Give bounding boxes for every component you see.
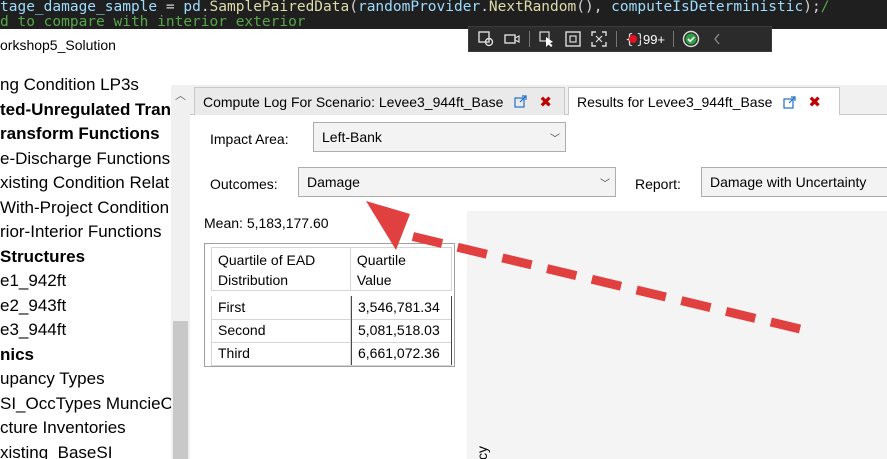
tree-item[interactable]: ted-Unregulated Tran (0, 98, 171, 122)
tree-item[interactable]: e1_942ft (0, 269, 66, 293)
code-token: randomProvider (357, 0, 481, 15)
close-tab-icon[interactable]: ✖ (539, 93, 552, 111)
chevron-down-icon: ﹀ (550, 133, 560, 145)
code-comment-line: d to compare with interior exterior (0, 14, 306, 30)
pointer-select-icon[interactable] (534, 28, 560, 50)
mean-value: 5,183,177.60 (246, 215, 329, 231)
report-value: Damage with Uncertainty (710, 174, 867, 190)
tree-item[interactable]: e3_944ft (0, 318, 66, 342)
hot-reload-check-icon[interactable] (678, 28, 704, 50)
code-token: pd (183, 0, 201, 15)
tab-label: Compute Log For Scenario: Levee3_944ft_B… (203, 93, 504, 110)
tab-results[interactable]: Results for Levee3_944ft_Base ✖ (568, 87, 840, 116)
tree-item[interactable]: Structures (0, 245, 85, 269)
track-focus-icon[interactable] (586, 28, 612, 50)
tree-item[interactable]: cture Inventories (0, 416, 126, 440)
code-token: (), (576, 0, 612, 15)
code-line: tage_damage_sample = pd.SamplePairedData… (0, 0, 829, 15)
code-editor-strip: tage_damage_sample = pd.SamplePairedData… (0, 0, 887, 29)
binding-failures-indicator[interactable]: {} 99+ (621, 28, 669, 50)
debug-toolbar: {} 99+ (468, 26, 772, 52)
code-token: = (157, 0, 184, 15)
close-tab-icon[interactable]: ✖ (808, 93, 821, 111)
mean-label: Mean: (204, 215, 243, 231)
pop-out-icon[interactable] (513, 95, 527, 109)
plot-axis-label-fragment: cy (474, 446, 490, 459)
tree-item[interactable]: xisting Condition Relat (0, 171, 169, 195)
code-token: . (200, 0, 210, 15)
tree-scrollbar[interactable]: ︿ (171, 85, 190, 459)
table-row[interactable]: Second 5,081,518.03 (211, 319, 452, 343)
toolbar-separator (529, 31, 530, 47)
quartile-cell: First (211, 296, 351, 319)
tab-compute-log[interactable]: Compute Log For Scenario: Levee3_944ft_B… (194, 87, 565, 115)
value-cell: 6,661,072.36 (351, 342, 452, 365)
outcomes-label: Outcomes: (210, 176, 278, 192)
impact-area-value: Left-Bank (322, 129, 382, 145)
tree-item[interactable]: nics (0, 343, 34, 367)
svg-text:}: } (636, 32, 641, 47)
table-row[interactable]: Third 6,661,072.36 (211, 342, 452, 366)
column-header-value[interactable]: Quartile Value (351, 248, 451, 290)
code-token: ( (349, 0, 358, 15)
report-label: Report: (635, 176, 681, 192)
code-token: ); (803, 0, 821, 15)
tree-item[interactable]: ransform Functions (0, 122, 160, 146)
tree-item[interactable]: SI_OccTypes MuncieO (0, 392, 171, 416)
display-layout-icon[interactable] (560, 28, 586, 50)
binding-failures-count: 99+ (642, 31, 666, 47)
report-combobox[interactable]: Damage with Uncertainty (701, 167, 887, 197)
scrollbar-thumb[interactable] (173, 321, 188, 459)
code-token: computeIsDeterministic (611, 0, 804, 15)
results-panel: cy Impact Area: Left-Bank ﹀ Outcomes: Da… (195, 115, 887, 459)
window-title: orkshop5_Solution (0, 29, 468, 61)
pop-out-icon[interactable] (782, 95, 796, 109)
tree-item[interactable]: upancy Types (0, 367, 105, 391)
value-cell: 5,081,518.03 (351, 319, 452, 342)
document-tab-strip: Compute Log For Scenario: Levee3_944ft_B… (190, 85, 887, 116)
quartile-cell: Second (211, 319, 351, 342)
tab-label: Results for Levee3_944ft_Base (577, 94, 773, 110)
quartile-cell: Third (211, 342, 351, 365)
tree-item[interactable]: ng Condition LP3s (0, 73, 139, 97)
value-cell: 3,546,781.34 (351, 296, 452, 319)
plot-area (467, 211, 887, 459)
binding-failures-icon: {} (625, 32, 641, 47)
quartile-table: Quartile of EAD Distribution Quartile Va… (204, 243, 455, 367)
tree-item[interactable]: rior-Interior Functions (0, 220, 162, 244)
tree-item[interactable]: With-Project Condition (0, 196, 169, 220)
tree-item[interactable]: e-Discharge Functions (0, 147, 170, 171)
table-header: Quartile of EAD Distribution Quartile Va… (211, 247, 452, 291)
outcomes-value: Damage (307, 174, 360, 190)
scroll-up-arrow-icon[interactable]: ︿ (171, 87, 190, 103)
code-token: / (820, 0, 830, 15)
code-token: tage_damage_sample (0, 0, 158, 15)
code-token: . (480, 0, 489, 15)
collapse-toolbar-icon[interactable] (704, 28, 730, 50)
column-header-quartile[interactable]: Quartile of EAD Distribution (212, 248, 351, 290)
record-video-icon[interactable] (499, 28, 525, 50)
study-tree: ng Condition LP3s ted-Unregulated Tran ran… (0, 61, 171, 459)
code-token: NextRandom (488, 0, 577, 15)
chevron-down-icon: ﹀ (600, 178, 610, 190)
impact-area-label: Impact Area: (210, 131, 289, 147)
toolbar-separator (616, 31, 617, 47)
tree-item[interactable]: e2_943ft (0, 294, 66, 318)
toolbar-separator (673, 31, 674, 47)
select-element-icon[interactable] (473, 28, 499, 50)
outcomes-combobox[interactable]: Damage ﹀ (298, 167, 616, 197)
impact-area-combobox[interactable]: Left-Bank ﹀ (313, 122, 566, 152)
table-row[interactable]: First 3,546,781.34 (211, 296, 452, 320)
tree-item[interactable]: xisting_BaseSI (0, 441, 112, 459)
mean-readout: Mean: 5,183,177.60 (204, 215, 329, 231)
code-token: SamplePairedData (209, 0, 350, 15)
